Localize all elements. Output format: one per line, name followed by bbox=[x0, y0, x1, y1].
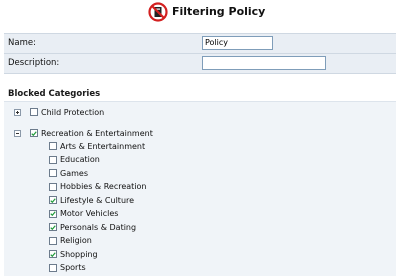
subcategory-label: Personals & Dating bbox=[60, 222, 137, 232]
description-label: Description: bbox=[8, 58, 60, 68]
subcategory-label: Motor Vehicles bbox=[60, 209, 119, 218]
checkbox[interactable] bbox=[49, 250, 57, 258]
checkmark-icon bbox=[50, 197, 56, 203]
no-entry-policy-icon bbox=[148, 2, 168, 22]
checkbox[interactable] bbox=[49, 155, 57, 164]
description-row: Description: bbox=[4, 53, 396, 74]
subcategory-label: Sports bbox=[60, 263, 86, 272]
subcategory-row: Shopping bbox=[49, 248, 98, 260]
description-field[interactable] bbox=[202, 56, 326, 70]
subcategory-row: Sports bbox=[49, 262, 86, 274]
blocked-categories-title: Blocked Categories bbox=[8, 89, 101, 99]
subcategory-row: Arts & Entertainment bbox=[49, 140, 145, 152]
checkmark-icon bbox=[31, 130, 37, 136]
checkbox[interactable] bbox=[49, 196, 57, 204]
checkbox[interactable] bbox=[49, 223, 57, 231]
checkbox[interactable] bbox=[49, 142, 57, 150]
page-title: Filtering Policy bbox=[172, 5, 266, 18]
checkmark-icon bbox=[50, 224, 56, 230]
subcategory-row: Hobbies & Recreation bbox=[49, 181, 146, 193]
subcategory-label: Education bbox=[60, 155, 100, 164]
subcategory-label: Games bbox=[60, 168, 88, 178]
subcategory-label: Religion bbox=[60, 236, 92, 245]
checkbox[interactable] bbox=[30, 129, 38, 137]
checkbox[interactable] bbox=[49, 209, 57, 218]
subcategory-row: Lifestyle & Culture bbox=[49, 194, 134, 206]
checkbox[interactable] bbox=[30, 108, 38, 116]
category-label: Recreation & Entertainment bbox=[41, 128, 153, 138]
subcategory-row: Motor Vehicles bbox=[49, 208, 118, 220]
subcategory-row: Games bbox=[49, 167, 88, 179]
expand-plus-icon[interactable] bbox=[14, 108, 21, 116]
name-field[interactable] bbox=[202, 36, 273, 50]
checkmark-icon bbox=[50, 211, 56, 217]
page-header: Filtering Policy bbox=[0, 0, 400, 24]
checkmark-icon bbox=[50, 251, 56, 257]
subcategory-row: Personals & Dating bbox=[49, 221, 136, 233]
subcategory-label: Hobbies & Recreation bbox=[60, 182, 147, 191]
category-group-recreation: Recreation & Entertainment bbox=[14, 127, 153, 139]
subcategory-row: Religion bbox=[49, 235, 92, 247]
category-group-child-protection: Child Protection bbox=[14, 106, 104, 118]
name-row: Name: bbox=[4, 33, 396, 54]
categories-panel: Child Protection Recreation & Entertainm… bbox=[4, 101, 396, 276]
subcategory-row: Education bbox=[49, 154, 100, 166]
subcategory-label: Shopping bbox=[60, 249, 98, 259]
collapse-minus-icon[interactable] bbox=[14, 129, 21, 137]
subcategory-label: Arts & Entertainment bbox=[60, 141, 146, 151]
name-label: Name: bbox=[8, 38, 36, 48]
subcategory-label: Lifestyle & Culture bbox=[60, 195, 135, 205]
checkbox[interactable] bbox=[49, 182, 57, 191]
checkbox[interactable] bbox=[49, 263, 57, 272]
checkbox[interactable] bbox=[49, 236, 57, 245]
category-label: Child Protection bbox=[41, 107, 105, 117]
checkbox[interactable] bbox=[49, 169, 57, 177]
